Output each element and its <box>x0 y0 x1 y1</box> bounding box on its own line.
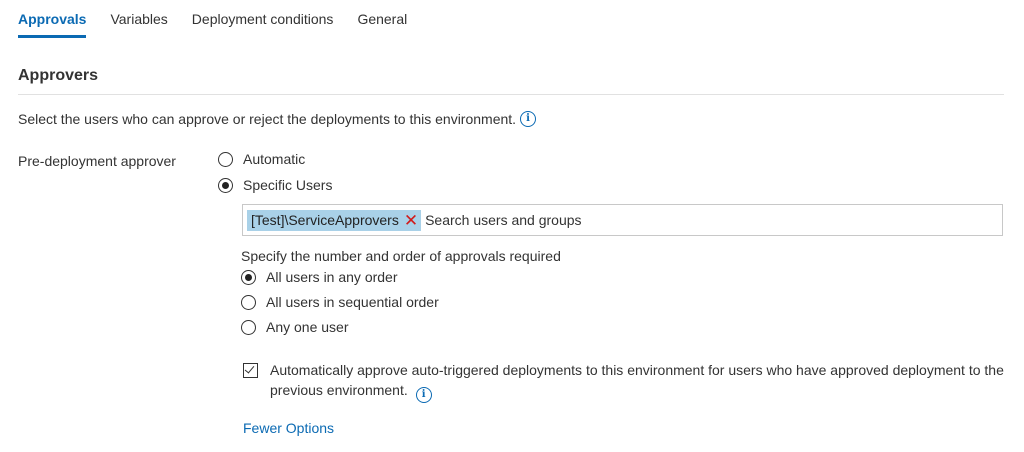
auto-approve-text: Automatically approve auto-triggered dep… <box>270 360 1024 403</box>
radio-automatic[interactable]: Automatic <box>218 151 305 167</box>
divider <box>18 94 1004 95</box>
tab-bar: Approvals Variables Deployment condition… <box>18 0 431 40</box>
user-picker[interactable]: [Test]\ServiceApprovers ✕ <box>242 204 1003 236</box>
section-title: Approvers <box>18 67 99 84</box>
user-chip[interactable]: [Test]\ServiceApprovers ✕ <box>247 209 422 231</box>
auto-approve-checkbox-row[interactable]: Automatically approve auto-triggered dep… <box>243 360 1024 403</box>
checkbox-checked-icon[interactable] <box>243 363 258 378</box>
auto-approve-label: Automatically approve auto-triggered dep… <box>270 362 1004 398</box>
radio-label: Any one user <box>266 319 349 335</box>
radio-button-checked-icon[interactable] <box>241 269 256 285</box>
tab-deployment-conditions[interactable]: Deployment conditions <box>192 0 334 40</box>
tab-general[interactable]: General <box>357 0 407 40</box>
info-icon[interactable]: i <box>520 111 537 127</box>
radio-label: Automatic <box>243 151 306 167</box>
radio-any-one-user[interactable]: Any one user <box>241 319 349 335</box>
approvers-description: Select the users who can approve or reje… <box>18 111 537 127</box>
fewer-options-link[interactable]: Fewer Options <box>243 420 334 436</box>
radio-button-icon[interactable] <box>218 151 233 167</box>
radio-all-sequential[interactable]: All users in sequential order <box>241 294 439 310</box>
user-chip-label: [Test]\ServiceApprovers <box>251 212 399 228</box>
tab-approvals[interactable]: Approvals <box>18 0 87 40</box>
radio-label: All users in any order <box>266 269 398 285</box>
info-icon[interactable]: i <box>415 387 432 403</box>
search-users-input[interactable] <box>425 212 986 228</box>
approval-order-label: Specify the number and order of approval… <box>241 248 561 264</box>
radio-all-any-order[interactable]: All users in any order <box>241 269 398 285</box>
radio-button-checked-icon[interactable] <box>218 177 233 193</box>
radio-specific-users[interactable]: Specific Users <box>218 177 332 193</box>
tab-variables[interactable]: Variables <box>110 0 167 40</box>
description-text: Select the users who can approve or reje… <box>18 111 517 127</box>
pre-deployment-label: Pre-deployment approver <box>18 153 176 169</box>
radio-button-icon[interactable] <box>241 294 256 310</box>
radio-label: All users in sequential order <box>266 294 439 310</box>
radio-button-icon[interactable] <box>241 319 256 335</box>
radio-label: Specific Users <box>243 177 333 193</box>
remove-icon[interactable]: ✕ <box>404 212 418 229</box>
